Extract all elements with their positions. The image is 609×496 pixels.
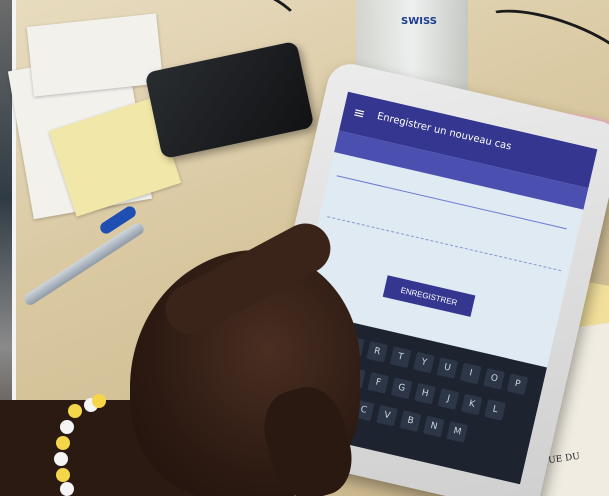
bracelet-bead (56, 468, 70, 482)
key-o[interactable]: O (483, 368, 505, 390)
key-f[interactable]: F (367, 372, 390, 394)
key-i[interactable]: I (459, 362, 482, 385)
checkbox-row[interactable] (327, 190, 568, 272)
bracelet-bead (56, 436, 70, 450)
key-u[interactable]: U (436, 357, 459, 379)
photo-scene: SWISS OCRATIQUE DU CONGO ≡ Enregistrer u… (0, 0, 609, 496)
bottle-label: SWISS (401, 16, 437, 27)
key-n[interactable]: N (423, 415, 445, 438)
key-v[interactable]: V (376, 404, 398, 427)
menu-icon[interactable]: ≡ (352, 105, 369, 123)
key-g[interactable]: G (390, 377, 413, 400)
key-h[interactable]: H (414, 382, 436, 405)
key-k[interactable]: K (460, 393, 483, 416)
key-b[interactable]: B (399, 410, 422, 432)
bracelet-bead (54, 452, 68, 466)
key-j[interactable]: J (437, 388, 460, 410)
key-p[interactable]: P (506, 373, 529, 396)
submit-button[interactable]: ENREGISTRER (382, 275, 476, 317)
bracelet-bead (92, 394, 106, 408)
key-m[interactable]: M (446, 421, 469, 443)
key-r[interactable]: R (366, 341, 388, 363)
key-y[interactable]: Y (413, 351, 435, 374)
bracelet-bead (68, 404, 82, 418)
bracelet-bead (60, 482, 74, 496)
key-t[interactable]: T (389, 346, 412, 369)
key-l[interactable]: L (484, 399, 506, 421)
bracelet-bead (60, 420, 74, 434)
